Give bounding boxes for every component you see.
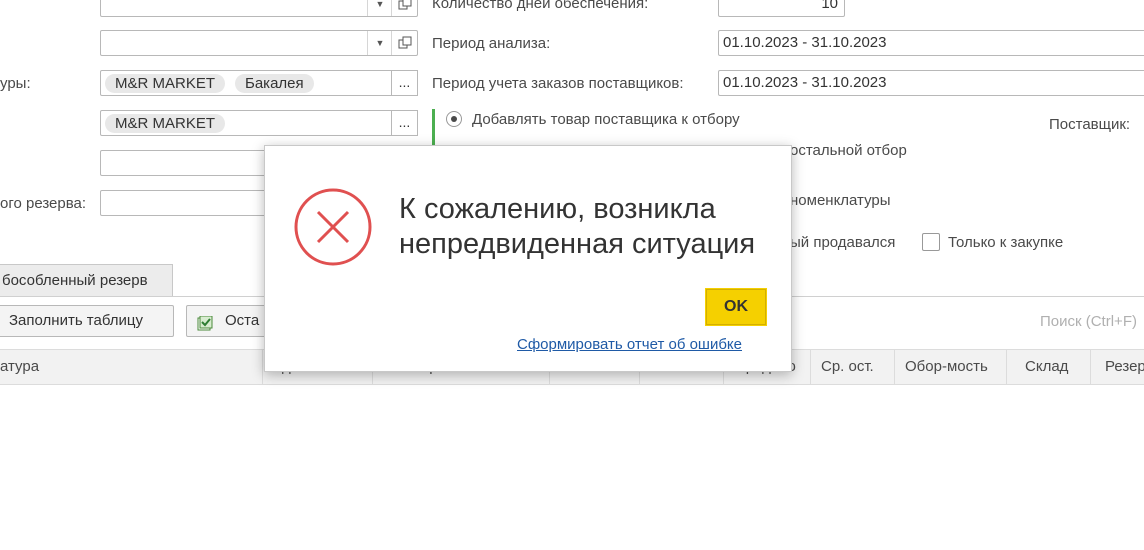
nomenclature-option-label[interactable]: номенклатуры (790, 192, 891, 209)
open-icon[interactable] (391, 31, 418, 55)
label-orders-period: Период учета заказов поставщиков: (432, 75, 684, 92)
period-value: 01.10.2023 - 31.10.2023 (723, 34, 887, 51)
label-period: Период анализа: (432, 35, 551, 52)
column-header[interactable]: Склад (1025, 349, 1068, 385)
field-row2[interactable]: ▼ (100, 30, 418, 56)
radio-add-supplier[interactable] (446, 111, 462, 127)
field-orders-period[interactable]: 01.10.2023 - 31.10.2023 (718, 70, 1144, 96)
field-supplier[interactable]: M&R MARKET ... (100, 110, 418, 136)
field-nomenclature-group[interactable]: M&R MARKET Бакалея ... (100, 70, 418, 96)
column-divider (1090, 349, 1091, 385)
open-icon[interactable] (391, 0, 418, 16)
orders-period-value: 01.10.2023 - 31.10.2023 (723, 74, 887, 91)
field-reserve[interactable] (100, 190, 270, 216)
dropdown-button[interactable]: ▼ (367, 31, 392, 55)
tag-chip[interactable]: M&R MARKET (105, 114, 226, 133)
ok-button[interactable]: OK (705, 288, 767, 326)
column-divider (894, 349, 895, 385)
column-header[interactable]: Ср. ост. (821, 349, 874, 385)
days-value: 10 (821, 0, 838, 12)
error-dialog: К сожалению, возникла непредвиденная сит… (264, 145, 792, 372)
label-supplier: Поставщик: (1049, 116, 1131, 133)
radio-other-filter-label[interactable]: остальной отбор (790, 142, 907, 159)
tab-separate-reserve[interactable]: бособленный резерв (0, 264, 173, 296)
select-button[interactable]: ... (391, 70, 418, 96)
fill-table-label: Заполнить таблицу (9, 312, 143, 329)
field-row5[interactable] (100, 150, 270, 176)
field-days[interactable]: 10 (718, 0, 845, 17)
sold-option-label[interactable]: ый продавался (790, 234, 895, 251)
ok-button-label: OK (724, 298, 748, 315)
field-row1[interactable]: ▼ (100, 0, 418, 17)
tab-label: бособленный резерв (2, 272, 148, 289)
dropdown-button[interactable]: ▼ (367, 0, 392, 16)
checklist-icon (197, 313, 213, 331)
tag-chip[interactable]: Бакалея (235, 74, 314, 93)
label-reserve: ого резерва: (0, 195, 87, 212)
fill-table-button[interactable]: Заполнить таблицу (0, 305, 174, 337)
column-divider (262, 349, 263, 385)
search-input[interactable]: Поиск (Ctrl+F) (1040, 313, 1137, 330)
error-icon (293, 187, 373, 267)
column-header[interactable]: Резер (1105, 349, 1144, 385)
column-header[interactable]: Обор-мость (905, 349, 988, 385)
select-button[interactable]: ... (391, 110, 418, 136)
column-divider (810, 349, 811, 385)
tag-chip[interactable]: M&R MARKET (105, 74, 226, 93)
remainders-label: Оста (225, 312, 260, 329)
field-period[interactable]: 01.10.2023 - 31.10.2023 (718, 30, 1144, 56)
radio-add-supplier-label[interactable]: Добавлять товар поставщика к отбору (472, 111, 740, 128)
error-report-link[interactable]: Сформировать отчет об ошибке (517, 336, 742, 353)
only-purchase-checkbox[interactable] (922, 233, 940, 251)
label-days: Количество дней обеспечения: (432, 0, 649, 12)
error-message: К сожалению, возникла непредвиденная сит… (399, 193, 756, 260)
column-header[interactable]: атура (0, 349, 39, 385)
label-nomenclature-group: уры: (0, 75, 31, 92)
only-purchase-label[interactable]: Только к закупке (948, 234, 1063, 251)
column-divider (1006, 349, 1007, 385)
